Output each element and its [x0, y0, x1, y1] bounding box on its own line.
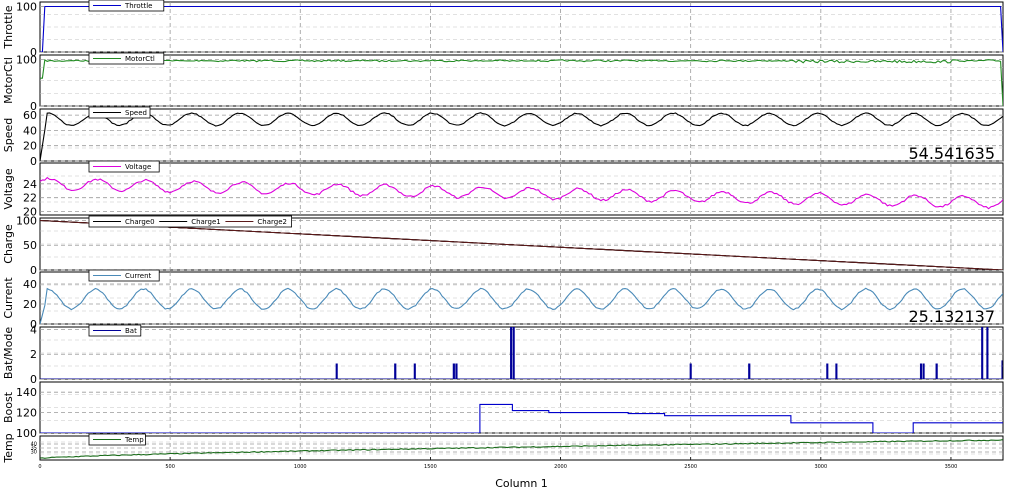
y-tick-label: 0 — [30, 373, 37, 386]
y-tick-label: 140 — [16, 386, 37, 399]
x-tick-label: 0 — [38, 464, 41, 470]
x-tick-label: 2500 — [684, 464, 697, 470]
panel-frame — [39, 381, 1004, 434]
y-tick-label: 100 — [16, 214, 37, 227]
y-tick-label: 100 — [16, 1, 37, 14]
panel-motorctl: 0100MotorCtl MotorCtl — [2, 52, 1004, 113]
panel-throttle: 0100Throttle Throttle — [2, 0, 1004, 59]
y-tick-label: 22 — [23, 192, 37, 205]
y-tick-label: 4 — [30, 323, 37, 336]
y-tick-label: 100 — [16, 427, 37, 440]
y-axis-label: Bat/Mode — [2, 327, 15, 380]
panel-boost: 100 120 140Boost — [2, 381, 1004, 440]
y-tick-label: 40 — [23, 278, 37, 291]
legend-label: Speed — [125, 109, 147, 117]
y-axis-label: Throttle — [2, 5, 15, 49]
legend-label: Voltage — [125, 163, 151, 171]
panel-voltage: 202224VoltageVoltage — [2, 160, 1004, 219]
y-axis-label: Charge — [2, 224, 15, 264]
panel-frame — [39, 54, 1004, 107]
y-tick-label: 0 — [30, 155, 37, 168]
panel-current: 02040CurrentCurrent25.132137 — [2, 269, 1004, 331]
x-tick-label: 500 — [165, 464, 175, 470]
multi-panel-chart: 0 100 Throttle Throttle 0 100 MotorCtl MotorCtl… — [0, 0, 1024, 493]
y-tick-label: 20 — [23, 298, 37, 311]
legend-label: Throttle — [124, 2, 152, 10]
x-axis-label: Column 1 — [495, 477, 548, 490]
y-tick-label: 50 — [23, 239, 37, 252]
panel-bat-mode: 0 2 4 Bat/Mode Bat — [2, 323, 1004, 386]
y-tick-label: 20 — [23, 140, 37, 153]
value-readout: 54.541635 — [908, 144, 995, 163]
y-tick-label: 24 — [23, 178, 37, 191]
value-readout: 25.132137 — [908, 307, 995, 326]
legend-label: MotorCtl — [125, 55, 155, 63]
y-axis-label: Temp — [2, 433, 15, 463]
panel-temp: 303540Temp Temp — [2, 433, 1004, 464]
y-axis-label: Speed — [2, 118, 15, 152]
y-tick-label: 0 — [30, 264, 37, 277]
panel-speed: 0 20 40 60 Speed Speed 54.541635 — [2, 106, 1004, 168]
y-tick-label: 60 — [23, 109, 37, 122]
y-tick-label: 2 — [30, 348, 37, 361]
y-axis-label: MotorCtl — [2, 57, 15, 104]
legend-label: Current — [125, 272, 152, 280]
panel-frame — [39, 271, 1004, 325]
panel-frame — [39, 108, 1004, 162]
legend-label: Charge1 — [191, 218, 221, 226]
y-tick-label: 120 — [16, 407, 37, 420]
panel-frame — [39, 326, 1004, 380]
y-tick-label: 40 — [23, 124, 37, 137]
panel-frame — [39, 1, 1004, 53]
x-tick-label: 3000 — [814, 464, 827, 470]
panel-charge: 0 50 100Charge Charge0 Charge1 Charge2 — [2, 214, 1004, 277]
y-axis-label: Voltage — [2, 168, 15, 209]
legend-label: Temp — [124, 436, 144, 444]
panel-frame — [39, 435, 1004, 461]
y-axis-label: Current — [2, 277, 15, 319]
panel-frame — [39, 162, 1004, 216]
x-tick-label: 1500 — [424, 464, 437, 470]
x-tick-label: 1000 — [294, 464, 307, 470]
y-tick-label: 100 — [16, 54, 37, 67]
chart-svg: 0100Throttle Throttle0100MotorCtl MotorCtl… — [2, 0, 1004, 490]
x-tick-label: 2000 — [554, 464, 567, 470]
legend-label: Charge2 — [257, 218, 287, 226]
y-tick-label: 40 — [31, 442, 37, 448]
y-axis-label: Boost — [2, 391, 15, 423]
legend-label: Charge0 — [125, 218, 155, 226]
x-tick-label: 3500 — [945, 464, 958, 470]
legend-label: Bat — [125, 327, 137, 335]
